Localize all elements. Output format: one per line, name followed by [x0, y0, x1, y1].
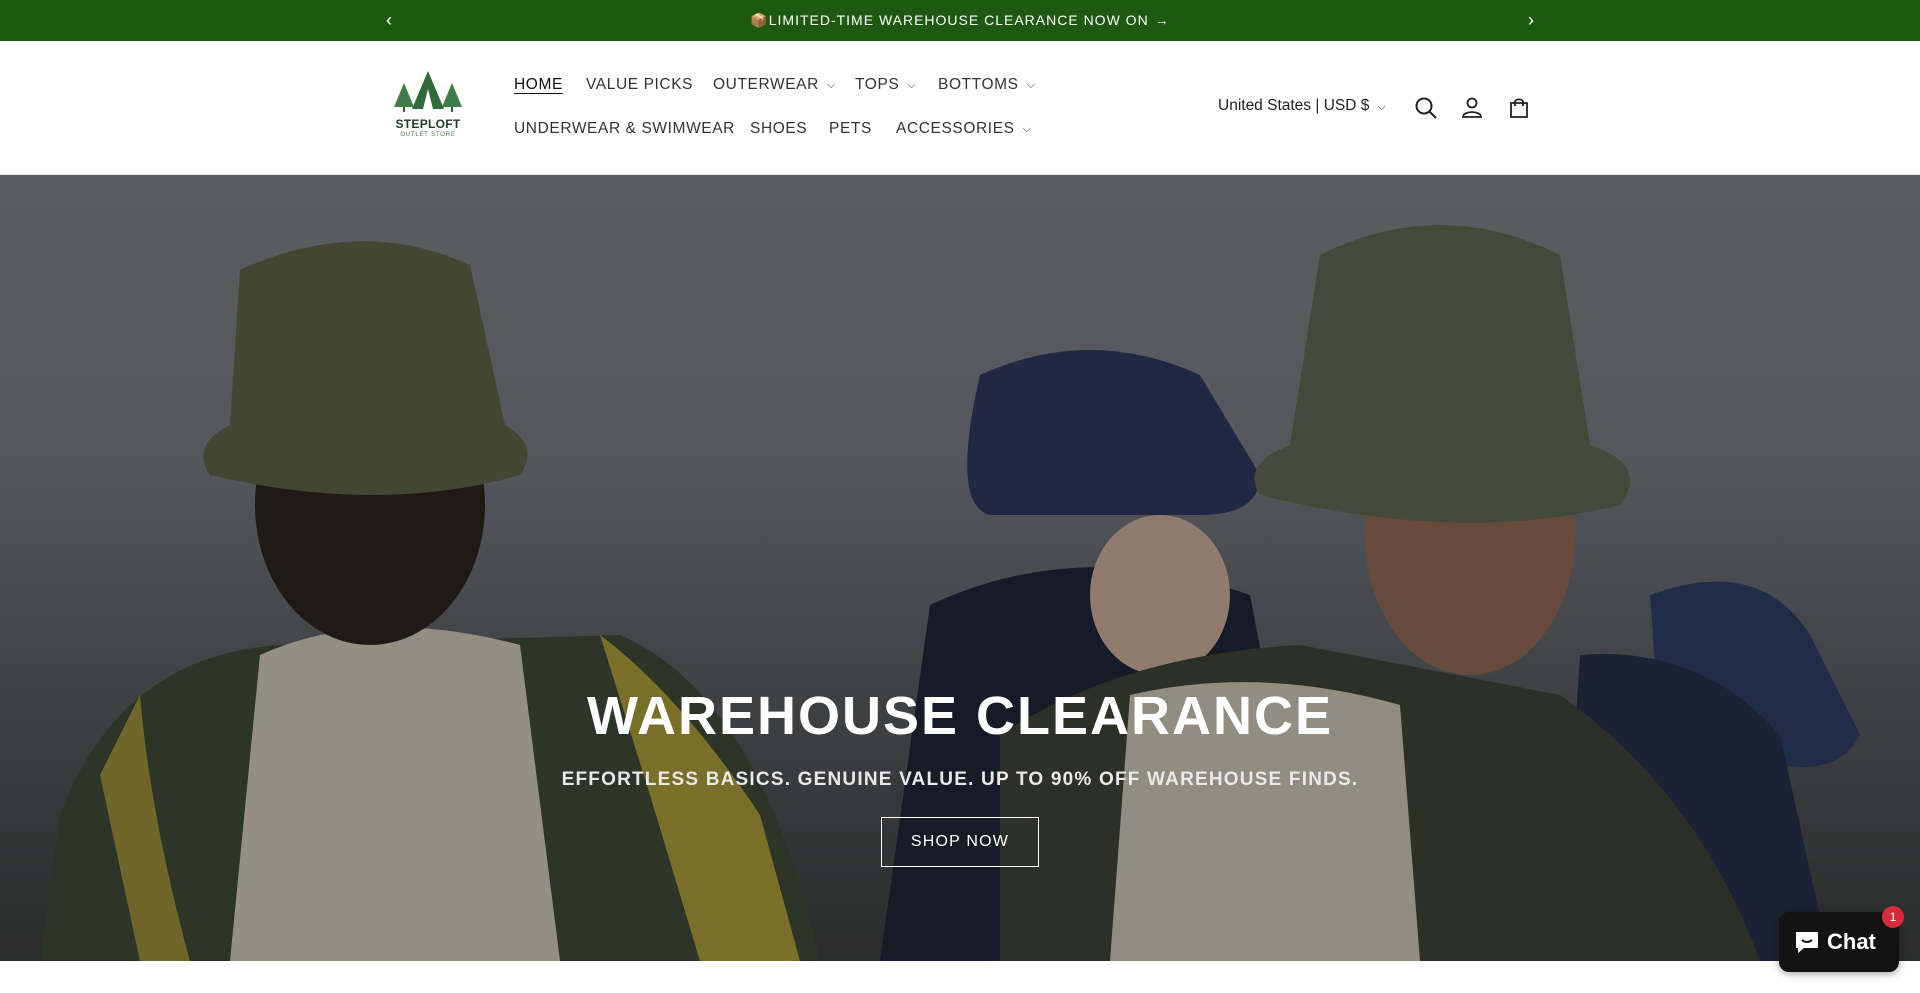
nav-item-accessories[interactable]: ACCESSORIES ⌵ [896, 120, 1032, 138]
chevron-down-icon: ⌵ [826, 79, 836, 91]
nav-item-value-picks[interactable]: VALUE PICKS [586, 76, 693, 94]
hero-banner: WAREHOUSE CLEARANCE EFFORTLESS BASICS. G… [0, 175, 1920, 961]
chat-label: Chat [1827, 929, 1876, 954]
nav-item-shoes[interactable]: SHOES [750, 120, 807, 138]
nav-item-label: HOME [514, 76, 563, 93]
tent-trees-logo-icon [394, 71, 462, 112]
logo-tagline: OUTLET STORE [400, 132, 456, 138]
nav-item-label: UNDERWEAR & SWIMWEAR [514, 120, 735, 137]
announcement-link[interactable]: 📦LIMITED-TIME WAREHOUSE CLEARANCE NOW ON… [0, 12, 1920, 29]
nav-item-bottoms[interactable]: BOTTOMS ⌵ [938, 76, 1036, 94]
country-currency-selector[interactable]: United States | USD $ ⌵ [1218, 97, 1386, 115]
nav-item-home[interactable]: HOME [514, 76, 563, 94]
announcement-text: 📦LIMITED-TIME WAREHOUSE CLEARANCE NOW ON [750, 12, 1149, 28]
chevron-down-icon: ⌵ [1026, 79, 1036, 91]
nav-item-underwear-swimwear[interactable]: UNDERWEAR & SWIMWEAR [514, 120, 735, 138]
hero-title: WAREHOUSE CLEARANCE [586, 686, 1334, 746]
store-logo[interactable]: STEPLOFT OUTLET STORE [390, 69, 466, 149]
nav-item-pets[interactable]: PETS [829, 120, 872, 138]
search-button[interactable] [1412, 94, 1440, 122]
search-icon [1415, 97, 1437, 119]
nav-item-label: ACCESSORIES [896, 120, 1015, 137]
logo-wordmark: STEPLOFT [395, 117, 461, 131]
account-button[interactable] [1458, 94, 1486, 122]
chevron-down-icon: ⌵ [907, 79, 917, 91]
chevron-right-icon: › [1528, 10, 1534, 30]
nav-item-label: OUTERWEAR [713, 76, 819, 93]
country-currency-label: United States | USD $ [1218, 97, 1370, 114]
hero-subtitle: EFFORTLESS BASICS. GENUINE VALUE. UP TO … [561, 769, 1359, 790]
chevron-down-icon: ⌵ [1022, 123, 1032, 135]
chat-bubble-icon [1796, 932, 1818, 953]
site-header: STEPLOFT OUTLET STORE HOME VALUE PICKS O… [0, 41, 1920, 175]
nav-item-label: TOPS [855, 76, 900, 93]
nav-item-label: BOTTOMS [938, 76, 1019, 93]
chevron-down-icon: ⌵ [1377, 101, 1386, 113]
arrow-right-icon: → [1154, 12, 1170, 28]
nav-item-label: SHOES [750, 120, 808, 137]
nav-item-tops[interactable]: TOPS ⌵ [855, 76, 916, 94]
nav-item-outerwear[interactable]: OUTERWEAR ⌵ [713, 76, 836, 94]
nav-item-label: PETS [829, 120, 872, 137]
chat-button[interactable]: Chat [1779, 912, 1899, 972]
cart-icon [1510, 98, 1528, 118]
account-icon [1462, 97, 1482, 118]
chat-notification-badge: 1 [1882, 906, 1904, 928]
announcement-bar: ‹ 📦LIMITED-TIME WAREHOUSE CLEARANCE NOW … [0, 0, 1920, 41]
nav-item-label: VALUE PICKS [586, 76, 694, 93]
cart-button[interactable] [1505, 94, 1533, 122]
shop-now-button[interactable]: SHOP NOW [881, 817, 1039, 867]
announcement-next-button[interactable]: › [1519, 8, 1543, 32]
